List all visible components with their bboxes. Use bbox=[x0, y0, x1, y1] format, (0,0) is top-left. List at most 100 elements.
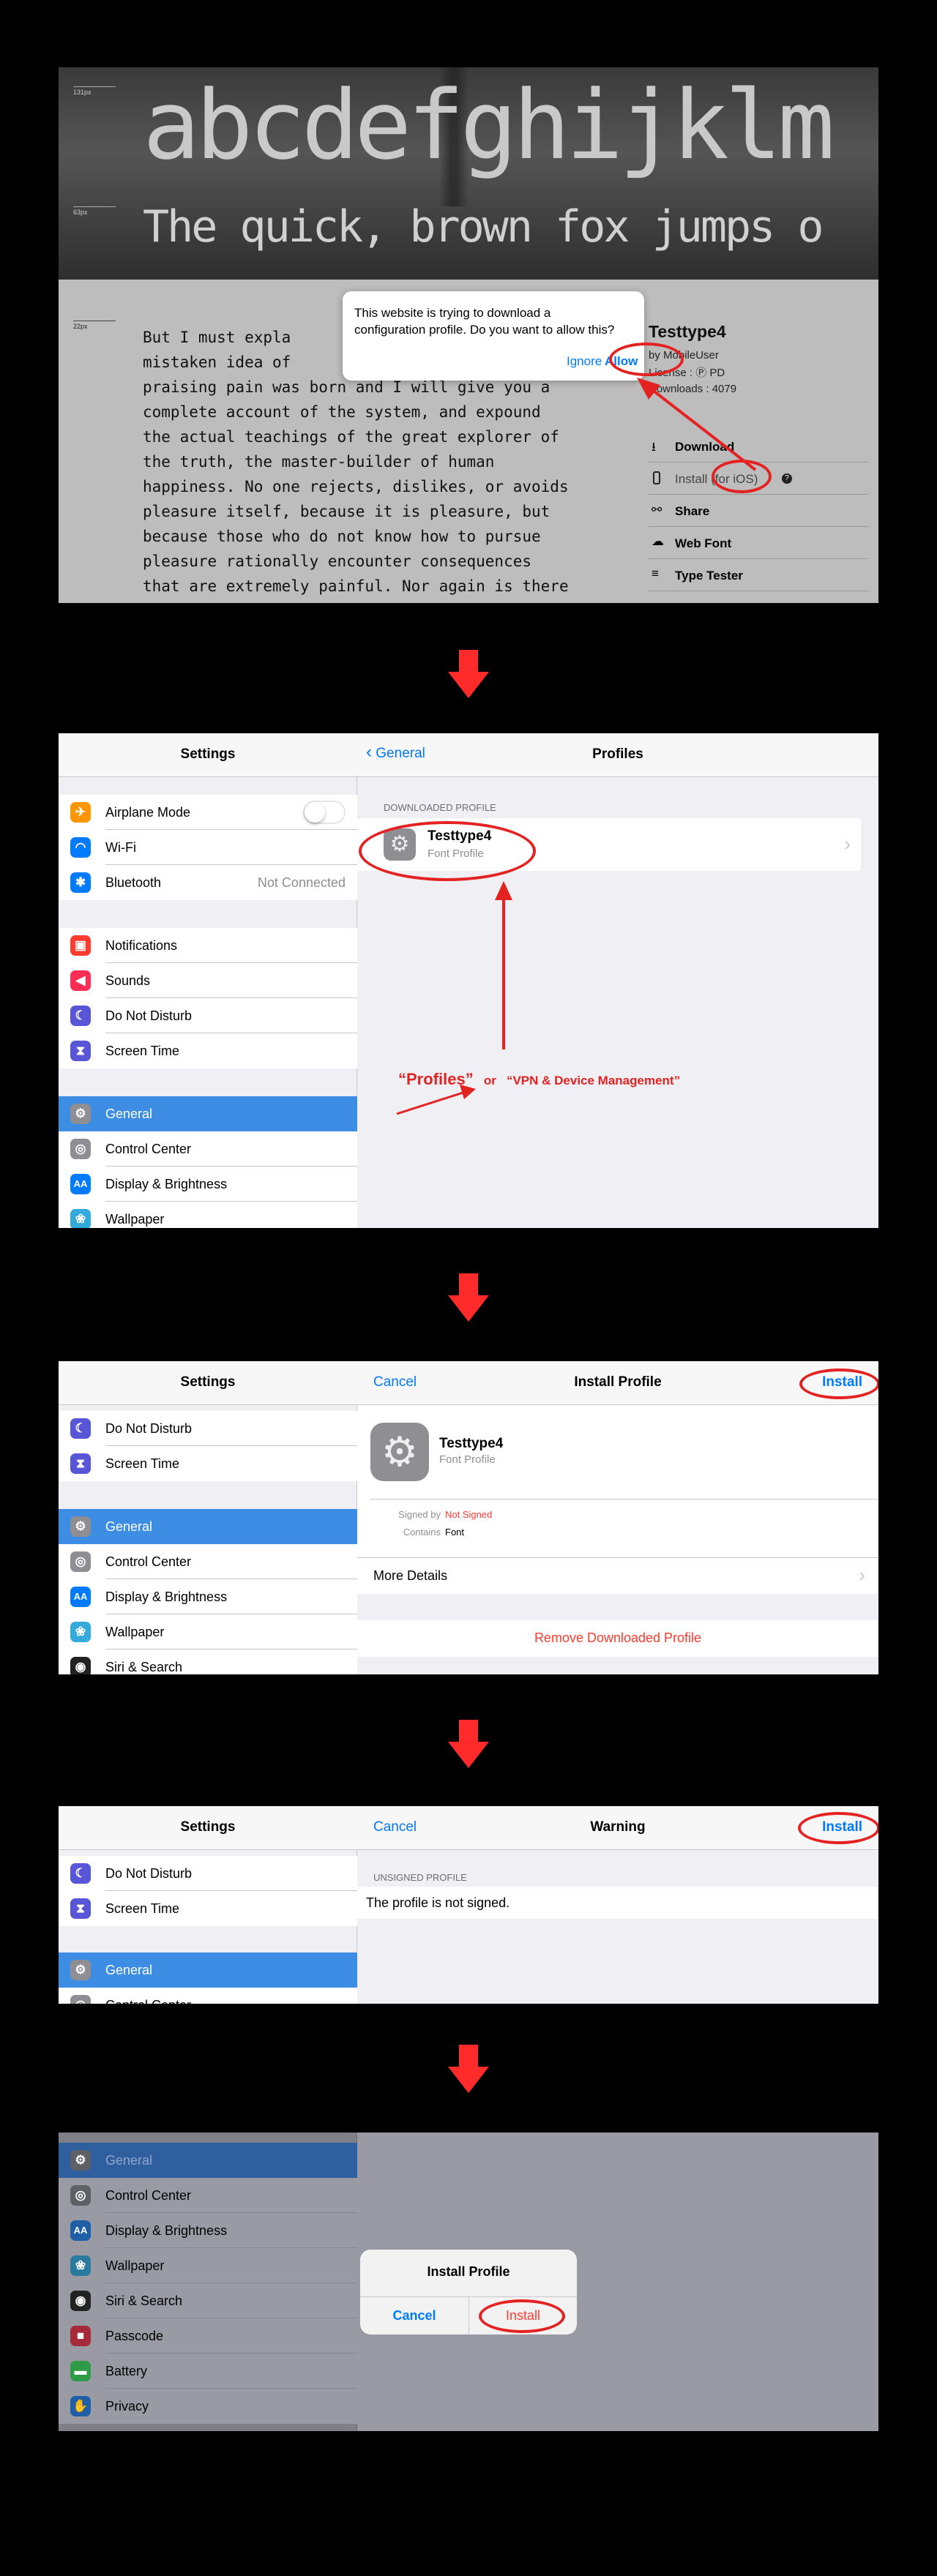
signed-by-label: Signed by bbox=[398, 1509, 441, 1520]
menu-type-tester[interactable]: ≡ Type Tester bbox=[649, 559, 868, 591]
sidebar-item-control-center[interactable]: ◎ Control Center bbox=[59, 2178, 357, 2213]
sidebar-item-label: General bbox=[105, 1519, 153, 1534]
switches-icon: ◎ bbox=[70, 1551, 91, 1572]
sidebar-item-wifi[interactable]: ◠ Wi-Fi bbox=[59, 830, 357, 865]
flower-icon: ❀ bbox=[70, 1209, 91, 1228]
sidebar-item-label: Airplane Mode bbox=[105, 805, 191, 820]
sidebar-item-label: Bluetooth bbox=[105, 875, 162, 890]
text-size-icon: AA bbox=[70, 2220, 91, 2241]
sidebar-item-privacy[interactable]: ✋ Privacy bbox=[59, 2389, 357, 2424]
settings-gear-icon: ⚙ bbox=[370, 1423, 429, 1481]
sidebar-item-label: Wallpaper bbox=[105, 1625, 165, 1639]
sidebar-item-siri[interactable]: ◉ Siri & Search bbox=[59, 1650, 357, 1674]
sidebar-item-siri[interactable]: ◉ Siri & Search bbox=[59, 2283, 357, 2318]
sidebar-item-label: Do Not Disturb bbox=[105, 1866, 193, 1881]
sidebar-item-control-center[interactable]: ◎ Control Center bbox=[59, 1988, 357, 2004]
sidebar-item-screen-time[interactable]: ⧗ Screen Time bbox=[59, 1446, 357, 1481]
sidebar-item-general[interactable]: ⚙ General bbox=[59, 1952, 357, 1988]
alert-title: Install Profile bbox=[427, 2264, 510, 2279]
sidebar-item-general[interactable]: ⚙ General bbox=[59, 1096, 357, 1131]
sidebar-item-label: Display & Brightness bbox=[105, 1177, 228, 1191]
menu-web-font[interactable]: ☁ Web Font bbox=[649, 527, 868, 559]
sidebar-item-control-center[interactable]: ◎ Control Center bbox=[59, 1544, 357, 1579]
step-arrow-icon bbox=[448, 1273, 489, 1322]
bluetooth-icon: ✱ bbox=[70, 872, 91, 893]
body-line: happiness. No one rejects, dislikes, or … bbox=[143, 478, 569, 495]
switches-icon: ◎ bbox=[70, 2185, 91, 2206]
sidebar-item-sounds[interactable]: ◀ Sounds bbox=[59, 963, 357, 998]
specimen-medium: The quick, brown fox jumps o bbox=[143, 201, 824, 252]
pointer-arrow bbox=[396, 881, 512, 1115]
sidebar-item-wallpaper[interactable]: ❀ Wallpaper bbox=[59, 1202, 357, 1228]
help-icon[interactable]: ? bbox=[782, 473, 792, 484]
sidebar-item-wallpaper[interactable]: ❀ Wallpaper bbox=[59, 2248, 357, 2283]
menu-label: Share bbox=[675, 504, 710, 518]
settings-sidebar-dimmed: ⚙ General ◎ Control Center AA Display & … bbox=[59, 2133, 357, 2431]
profile-card: ⚙ Testtype4 Font Profile Signed by Not S… bbox=[357, 1405, 878, 1557]
sidebar-item-wallpaper[interactable]: ❀ Wallpaper bbox=[59, 1614, 357, 1650]
sidebar-item-dnd[interactable]: ☾ Do Not Disturb bbox=[59, 998, 357, 1033]
sidebar-item-passcode[interactable]: ■ Passcode bbox=[59, 2318, 357, 2354]
sidebar-item-notifications[interactable]: ▣ Notifications bbox=[59, 928, 357, 963]
switches-icon: ◎ bbox=[70, 1139, 91, 1159]
siri-icon: ◉ bbox=[70, 1657, 91, 1674]
font-name: Testtype4 bbox=[649, 322, 726, 341]
cancel-button[interactable]: Cancel bbox=[360, 2308, 468, 2324]
sidebar-item-label: Display & Brightness bbox=[105, 1590, 228, 1604]
moon-icon: ☾ bbox=[70, 1863, 91, 1884]
body-line: complete account of the system, and expo… bbox=[143, 403, 541, 421]
sidebar-item-screen-time[interactable]: ⧗ Screen Time bbox=[59, 1891, 357, 1926]
sidebar-item-dnd[interactable]: ☾ Do Not Disturb bbox=[59, 1856, 357, 1891]
sidebar-item-battery[interactable]: ▬ Battery bbox=[59, 2354, 357, 2389]
sidebar-item-label: Privacy bbox=[105, 2399, 149, 2414]
sidebar-item-label: Do Not Disturb bbox=[105, 1421, 193, 1436]
sidebar-item-label: Screen Time bbox=[105, 1044, 180, 1058]
gear-icon: ⚙ bbox=[70, 1104, 91, 1124]
hourglass-icon: ⧗ bbox=[70, 1453, 91, 1474]
cloud-icon: ☁ bbox=[652, 534, 664, 548]
sidebar-title: Settings bbox=[180, 1374, 236, 1390]
highlight-profile bbox=[359, 821, 536, 881]
body-line: the truth, the master-builder of human bbox=[143, 453, 495, 471]
sidebar-item-label: General bbox=[105, 1107, 153, 1121]
sidebar-item-display[interactable]: AA Display & Brightness bbox=[59, 1167, 357, 1202]
install-profile-detail: ⚙ Testtype4 Font Profile Signed by Not S… bbox=[357, 1405, 878, 1674]
sidebar-item-control-center[interactable]: ◎ Control Center bbox=[59, 1131, 357, 1167]
section-header: DOWNLOADED PROFILE bbox=[384, 802, 496, 813]
sidebar-item-general[interactable]: ⚙ General bbox=[59, 2143, 357, 2178]
sidebar-item-label: Siri & Search bbox=[105, 1660, 183, 1674]
sidebar-item-label: Control Center bbox=[105, 2188, 192, 2203]
size-label: 131px bbox=[73, 86, 116, 96]
more-details-label: More Details bbox=[373, 1568, 448, 1583]
settings-sidebar: Settings ✈ Airplane Mode ◠ Wi-Fi ✱ Bluet… bbox=[59, 733, 357, 1228]
notifications-icon: ▣ bbox=[70, 935, 91, 956]
gear-icon: ⚙ bbox=[70, 1960, 91, 1980]
sidebar-item-dnd[interactable]: ☾ Do Not Disturb bbox=[59, 1411, 357, 1446]
airplane-toggle[interactable] bbox=[303, 801, 346, 824]
body-line: because those who do not know how to pur… bbox=[143, 528, 541, 545]
sidebar-item-bluetooth[interactable]: ✱ Bluetooth Not Connected bbox=[59, 865, 357, 900]
sidebar-item-label: Passcode bbox=[105, 2329, 164, 2343]
sidebar-title: Settings bbox=[180, 746, 236, 762]
sidebar-item-label: Control Center bbox=[105, 1142, 192, 1156]
sidebar-item-display[interactable]: AA Display & Brightness bbox=[59, 1579, 357, 1614]
remove-profile-button[interactable]: Remove Downloaded Profile bbox=[357, 1620, 878, 1657]
moon-icon: ☾ bbox=[70, 1006, 91, 1026]
sidebar-item-label: Screen Time bbox=[105, 1456, 180, 1471]
ignore-button[interactable]: Ignore bbox=[567, 354, 602, 369]
more-details-row[interactable]: More Details › bbox=[357, 1557, 878, 1594]
sidebar-item-label: General bbox=[105, 2153, 153, 2168]
wifi-icon: ◠ bbox=[70, 837, 91, 858]
speaker-icon: ◀ bbox=[70, 970, 91, 991]
sidebar-item-display[interactable]: AA Display & Brightness bbox=[59, 2213, 357, 2248]
menu-share[interactable]: ⚯ Share bbox=[649, 495, 868, 527]
sidebar-item-screen-time[interactable]: ⧗ Screen Time bbox=[59, 1033, 357, 1068]
sidebar-item-label: Battery bbox=[105, 2364, 148, 2378]
step-arrow-icon bbox=[448, 650, 489, 698]
sidebar-item-label: Sounds bbox=[105, 973, 151, 988]
sidebar-item-airplane[interactable]: ✈ Airplane Mode bbox=[59, 795, 357, 830]
sidebar-item-general[interactable]: ⚙ General bbox=[59, 1509, 357, 1544]
sidebar-item-label: Wallpaper bbox=[105, 1212, 165, 1227]
specimen-large: abcdefghijklm bbox=[143, 70, 835, 181]
body-line: pleasure itself, because it is pleasure,… bbox=[143, 503, 550, 520]
